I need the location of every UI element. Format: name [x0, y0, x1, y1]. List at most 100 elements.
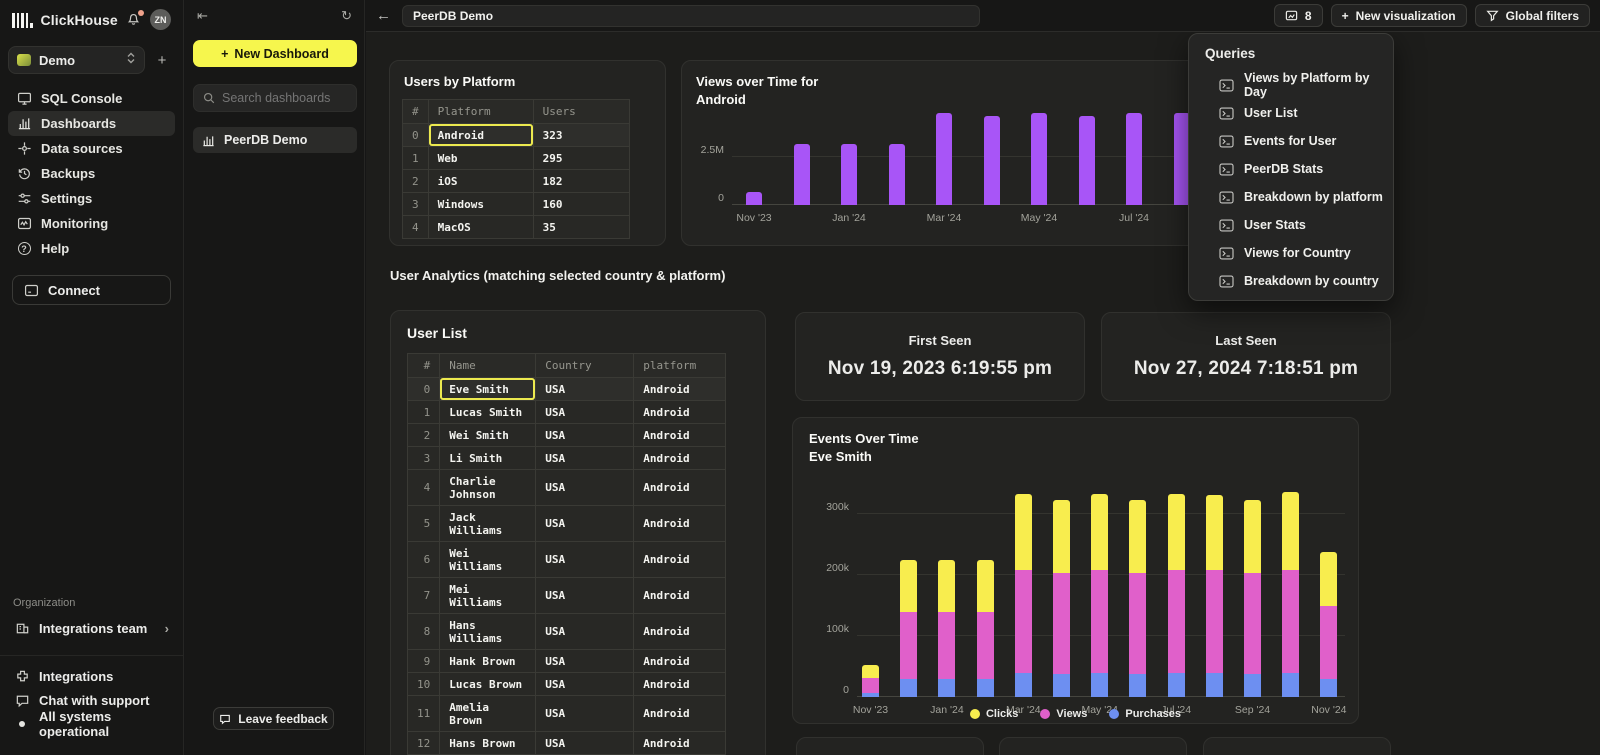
- table-row[interactable]: 9Hank BrownUSAAndroid: [408, 650, 726, 673]
- table-cell[interactable]: 3: [408, 447, 440, 470]
- table-cell[interactable]: 5: [408, 506, 440, 542]
- table-cell[interactable]: USA: [536, 696, 634, 732]
- table-cell[interactable]: Hans Williams: [440, 614, 536, 650]
- table-cell[interactable]: 182: [533, 170, 629, 193]
- table-row[interactable]: 0Android323: [403, 124, 630, 147]
- table-row[interactable]: 1Web295: [403, 147, 630, 170]
- column-header[interactable]: Users: [533, 100, 629, 124]
- table-cell[interactable]: Lucas Brown: [440, 673, 536, 696]
- table-row[interactable]: 11Amelia BrownUSAAndroid: [408, 696, 726, 732]
- sidebar-item-dashboards[interactable]: Dashboards: [8, 111, 175, 136]
- table-cell[interactable]: USA: [536, 424, 634, 447]
- table-cell[interactable]: Windows: [428, 193, 533, 216]
- table-cell[interactable]: USA: [536, 578, 634, 614]
- table-cell[interactable]: Android: [634, 424, 726, 447]
- events-bar-Dec23[interactable]: [900, 560, 917, 697]
- table-cell[interactable]: 10: [408, 673, 440, 696]
- table-cell[interactable]: Android: [634, 578, 726, 614]
- table-cell[interactable]: Hans Brown: [440, 732, 536, 755]
- add-workspace-button[interactable]: +: [153, 52, 171, 69]
- table-cell[interactable]: 7: [408, 578, 440, 614]
- column-header[interactable]: #: [403, 100, 429, 124]
- query-item[interactable]: User List: [1205, 99, 1393, 127]
- table-cell[interactable]: USA: [536, 614, 634, 650]
- table-cell[interactable]: USA: [536, 506, 634, 542]
- table-cell[interactable]: Amelia Brown: [440, 696, 536, 732]
- search-dashboards-field[interactable]: [193, 84, 357, 112]
- table-cell[interactable]: USA: [536, 401, 634, 424]
- table-cell[interactable]: 0: [403, 124, 429, 147]
- workspace-select[interactable]: Demo: [8, 46, 145, 74]
- events-bar-Apr24[interactable]: [1053, 500, 1070, 697]
- table-cell[interactable]: Lucas Smith: [440, 401, 536, 424]
- events-bar-Mar24[interactable]: [1015, 494, 1032, 697]
- table-row[interactable]: 3Windows160: [403, 193, 630, 216]
- events-bar-Oct24[interactable]: [1282, 492, 1299, 697]
- table-cell[interactable]: 1: [408, 401, 440, 424]
- footer-item-integrations[interactable]: Integrations: [8, 664, 175, 688]
- events-bar-Feb24[interactable]: [977, 560, 994, 697]
- table-cell[interactable]: USA: [536, 378, 634, 401]
- table-cell[interactable]: USA: [536, 732, 634, 755]
- table-cell[interactable]: Android: [634, 732, 726, 755]
- table-cell[interactable]: 1: [403, 147, 429, 170]
- table-cell[interactable]: Li Smith: [440, 447, 536, 470]
- table-cell[interactable]: 9: [408, 650, 440, 673]
- events-bar-Nov23[interactable]: [862, 665, 879, 697]
- table-cell[interactable]: Android: [634, 470, 726, 506]
- table-row[interactable]: 3Li SmithUSAAndroid: [408, 447, 726, 470]
- collapse-panel-icon[interactable]: ⇤: [197, 8, 208, 24]
- table-cell[interactable]: Android: [634, 506, 726, 542]
- table-cell[interactable]: 4: [403, 216, 429, 239]
- footer-item-all-systems-operational[interactable]: All systems operational: [8, 712, 175, 736]
- table-row[interactable]: 4Charlie JohnsonUSAAndroid: [408, 470, 726, 506]
- views-bar-Apr24[interactable]: [984, 116, 1000, 205]
- table-cell[interactable]: MacOS: [428, 216, 533, 239]
- table-cell[interactable]: Mei Williams: [440, 578, 536, 614]
- table-cell[interactable]: 295: [533, 147, 629, 170]
- events-bar-Jan24[interactable]: [938, 560, 955, 697]
- refresh-icon[interactable]: ↻: [341, 8, 352, 24]
- legend-item-clicks[interactable]: Clicks: [970, 708, 1018, 720]
- table-row[interactable]: 0Eve SmithUSAAndroid: [408, 378, 726, 401]
- leave-feedback-button[interactable]: Leave feedback: [213, 707, 334, 730]
- new-dashboard-button[interactable]: + New Dashboard: [193, 40, 357, 67]
- table-cell[interactable]: iOS: [428, 170, 533, 193]
- query-item[interactable]: PeerDB Stats: [1205, 155, 1393, 183]
- query-item[interactable]: Events for User: [1205, 127, 1393, 155]
- table-cell[interactable]: 160: [533, 193, 629, 216]
- table-cell[interactable]: 323: [533, 124, 629, 147]
- column-header[interactable]: Platform: [428, 100, 533, 124]
- table-row[interactable]: 12Hans BrownUSAAndroid: [408, 732, 726, 755]
- events-bar-Jul24[interactable]: [1168, 494, 1185, 697]
- column-header[interactable]: Country: [536, 354, 634, 378]
- views-bar-Jun24[interactable]: [1079, 116, 1095, 205]
- query-item[interactable]: User Stats: [1205, 211, 1393, 239]
- table-cell[interactable]: 11: [408, 696, 440, 732]
- query-item[interactable]: Views by Platform by Day: [1205, 71, 1393, 99]
- connect-button[interactable]: Connect: [12, 275, 171, 305]
- views-bar-Jan24[interactable]: [841, 144, 857, 205]
- dashboard-list-item[interactable]: PeerDB Demo: [193, 127, 357, 153]
- column-header[interactable]: #: [408, 354, 440, 378]
- column-header[interactable]: platform: [634, 354, 726, 378]
- sidebar-item-monitoring[interactable]: Monitoring: [8, 211, 175, 236]
- table-row[interactable]: 2Wei SmithUSAAndroid: [408, 424, 726, 447]
- events-bar-May24[interactable]: [1091, 494, 1108, 697]
- table-cell[interactable]: Android: [634, 447, 726, 470]
- table-cell[interactable]: Wei Williams: [440, 542, 536, 578]
- table-cell[interactable]: 35: [533, 216, 629, 239]
- table-cell[interactable]: USA: [536, 542, 634, 578]
- table-cell[interactable]: 3: [403, 193, 429, 216]
- table-cell[interactable]: 4: [408, 470, 440, 506]
- table-cell[interactable]: Android: [634, 542, 726, 578]
- table-cell[interactable]: 8: [408, 614, 440, 650]
- table-cell[interactable]: Jack Williams: [440, 506, 536, 542]
- events-bar-Jun24[interactable]: [1129, 500, 1146, 697]
- sidebar-item-settings[interactable]: Settings: [8, 186, 175, 211]
- views-bar-Mar24[interactable]: [936, 113, 952, 205]
- table-cell[interactable]: Android: [634, 614, 726, 650]
- query-item[interactable]: Breakdown by platform: [1205, 183, 1393, 211]
- table-cell[interactable]: Android: [634, 401, 726, 424]
- sidebar-item-data-sources[interactable]: Data sources: [8, 136, 175, 161]
